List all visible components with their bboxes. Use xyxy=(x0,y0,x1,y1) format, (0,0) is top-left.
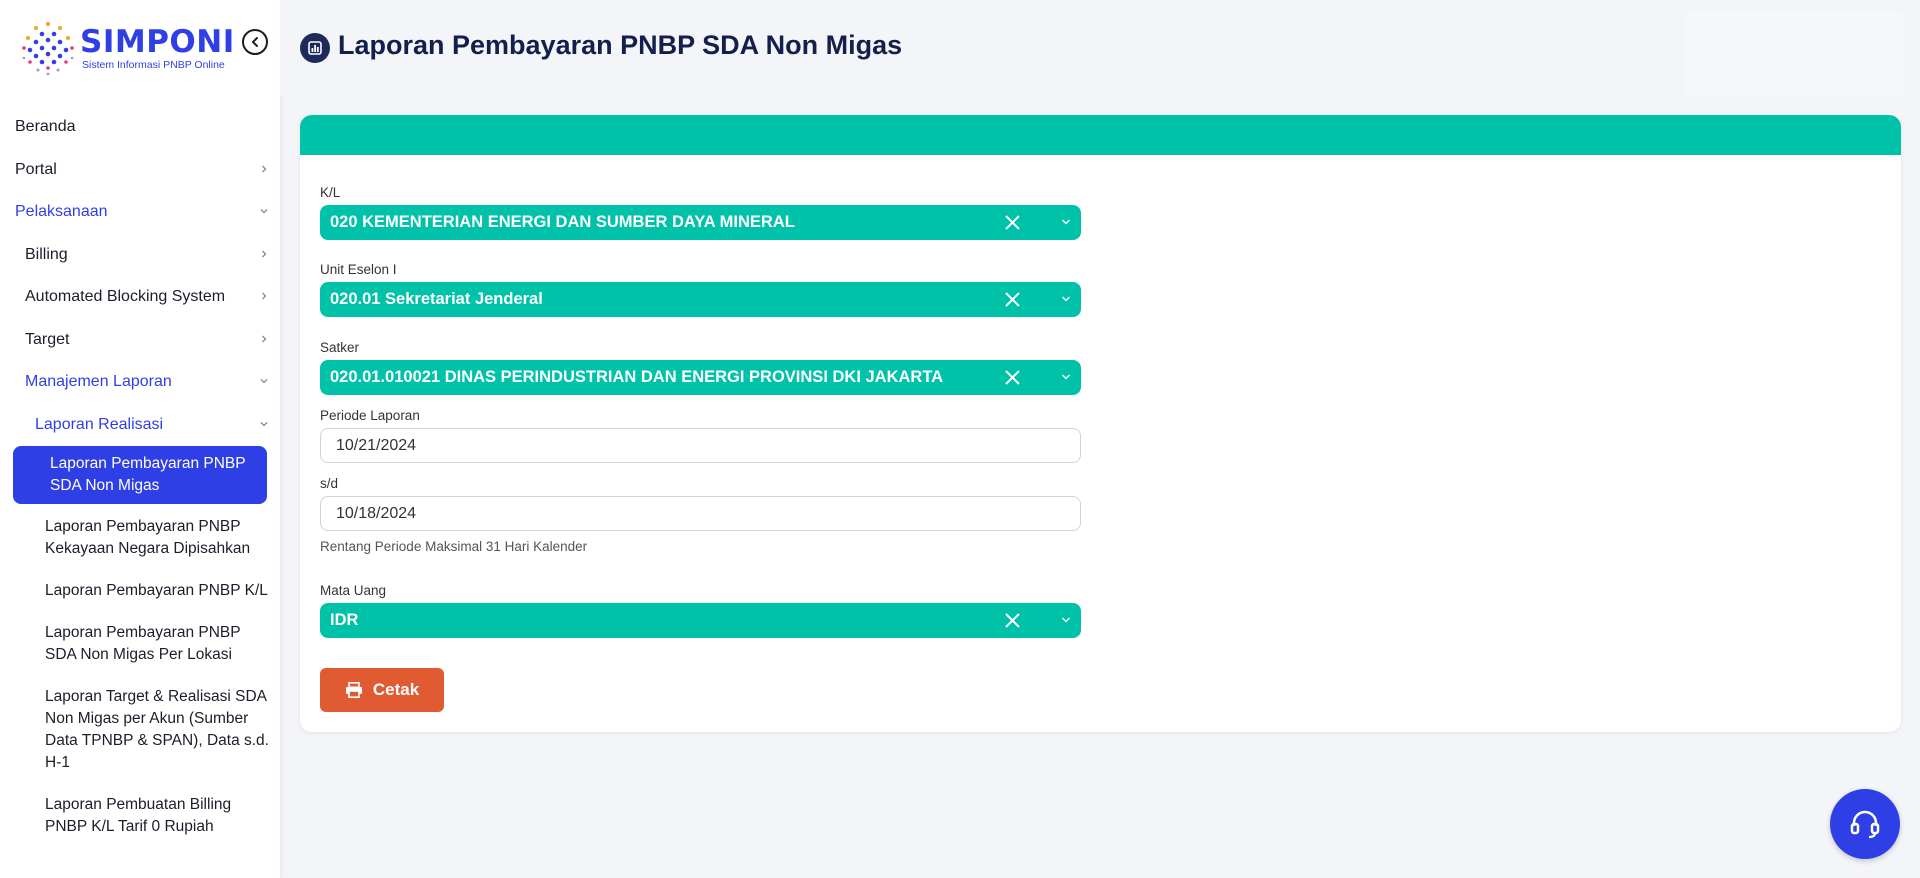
sidebar-item-label: Manajemen Laporan xyxy=(25,373,172,391)
sidebar-item-pelaksanaan[interactable]: Pelaksanaan xyxy=(0,191,280,234)
sidebar-subitem[interactable]: Laporan Pembuatan Billing PNBP K/L Tarif… xyxy=(0,794,280,838)
currency-label: Mata Uang xyxy=(320,583,387,598)
chevron-right-icon xyxy=(262,250,267,258)
logo-mark-icon xyxy=(18,18,78,78)
sidebar-item-manajemen-laporan[interactable]: Manajemen Laporan xyxy=(0,361,280,404)
satker-select-value: 020.01.010021 DINAS PERINDUSTRIAN DAN EN… xyxy=(330,368,944,386)
logo[interactable]: SIMPONI Sistem Informasi PNBP Online xyxy=(18,18,235,78)
chevron-down-icon xyxy=(1061,219,1071,225)
chart-icon xyxy=(300,33,330,63)
logo-title: SIMPONI xyxy=(80,23,235,60)
periode-end-input[interactable] xyxy=(320,496,1081,531)
kl-select[interactable]: 020 KEMENTERIAN ENERGI DAN SUMBER DAYA M… xyxy=(320,205,1081,240)
print-button[interactable]: Cetak xyxy=(320,668,444,712)
kl-select-value: 020 KEMENTERIAN ENERGI DAN SUMBER DAYA M… xyxy=(330,213,795,231)
currency-select-value: IDR xyxy=(330,611,359,629)
currency-select[interactable]: IDR xyxy=(320,603,1081,638)
page-title: Laporan Pembayaran PNBP SDA Non Migas xyxy=(338,30,903,60)
sidebar-subitem[interactable]: Laporan Target & Realisasi SDA Non Migas… xyxy=(0,686,280,774)
sidebar-item-label: Billing xyxy=(25,245,68,263)
sd-label: s/d xyxy=(320,476,339,491)
sidebar-item-current[interactable]: Laporan Pembayaran PNBP SDA Non Migas xyxy=(13,446,267,504)
chevron-down-icon xyxy=(260,209,268,214)
help-support-button[interactable] xyxy=(1830,789,1900,859)
sidebar-item-label: Target xyxy=(25,330,70,348)
kl-label: K/L xyxy=(320,185,341,200)
close-icon[interactable] xyxy=(1004,291,1021,308)
chevron-down-icon xyxy=(260,421,268,427)
page-header: Laporan Pembayaran PNBP SDA Non Migas xyxy=(280,0,1905,96)
chevron-down-icon xyxy=(1061,296,1071,302)
report-form-card: K/L 020 KEMENTERIAN ENERGI DAN SUMBER DA… xyxy=(300,115,1901,732)
satker-label: Satker xyxy=(320,340,360,355)
chevron-right-icon xyxy=(262,165,267,173)
headset-icon xyxy=(1850,810,1880,839)
sidebar-item-label: Pelaksanaan xyxy=(15,203,108,221)
sidebar-item-beranda[interactable]: Beranda xyxy=(0,106,280,149)
collapse-sidebar-button[interactable] xyxy=(242,29,268,55)
chevron-right-icon xyxy=(262,292,267,300)
sidebar-subitem[interactable]: Laporan Pembayaran PNBP SDA Non Migas Pe… xyxy=(0,622,280,666)
sidebar-item-label: Beranda xyxy=(15,118,76,136)
sidebar-item-laporan-realisasi[interactable]: Laporan Realisasi xyxy=(0,404,280,447)
chevron-right-icon xyxy=(262,335,267,343)
period-hint: Rentang Periode Maksimal 31 Hari Kalende… xyxy=(320,539,588,554)
sidebar-item-target[interactable]: Target xyxy=(0,319,280,362)
sidebar-subitem[interactable]: Laporan Pembayaran PNBP Kekayaan Negara … xyxy=(0,516,280,560)
sidebar-item-billing[interactable]: Billing xyxy=(0,234,280,277)
sidebar-item-label: Automated Blocking System xyxy=(25,288,226,306)
sidebar-item-portal[interactable]: Portal xyxy=(0,149,280,192)
periode-label: Periode Laporan xyxy=(320,408,420,423)
print-button-label: Cetak xyxy=(372,680,420,699)
close-icon[interactable] xyxy=(1004,369,1021,386)
chevron-down-icon xyxy=(1061,374,1071,380)
logo-subtitle: Sistem Informasi PNBP Online xyxy=(82,58,225,71)
eselon-label: Unit Eselon I xyxy=(320,262,397,277)
periode-start-input[interactable] xyxy=(320,428,1081,463)
chevron-left-icon xyxy=(252,37,258,47)
close-icon[interactable] xyxy=(1004,214,1021,231)
chevron-down-icon xyxy=(1061,617,1071,623)
printer-icon xyxy=(345,682,362,698)
satker-select[interactable]: 020.01.010021 DINAS PERINDUSTRIAN DAN EN… xyxy=(320,360,1081,395)
eselon-select[interactable]: 020.01 Sekretariat Jenderal xyxy=(320,282,1081,317)
eselon-select-value: 020.01 Sekretariat Jenderal xyxy=(330,290,543,308)
header-card xyxy=(1685,12,1905,96)
chevron-down-icon xyxy=(260,379,268,384)
sidebar-item-label: Portal xyxy=(15,160,57,178)
close-icon[interactable] xyxy=(1004,612,1021,629)
sidebar-item-label: Laporan Realisasi xyxy=(35,415,164,433)
card-header xyxy=(300,115,1901,155)
sidebar-item-automated-blocking-system[interactable]: Automated Blocking System xyxy=(0,276,280,319)
sidebar-menu: Beranda Portal Pelaksanaan Billing Autom… xyxy=(0,106,280,838)
sidebar: SIMPONI Sistem Informasi PNBP Online Ber… xyxy=(0,0,280,878)
sidebar-subitem[interactable]: Laporan Pembayaran PNBP K/L xyxy=(0,580,280,602)
